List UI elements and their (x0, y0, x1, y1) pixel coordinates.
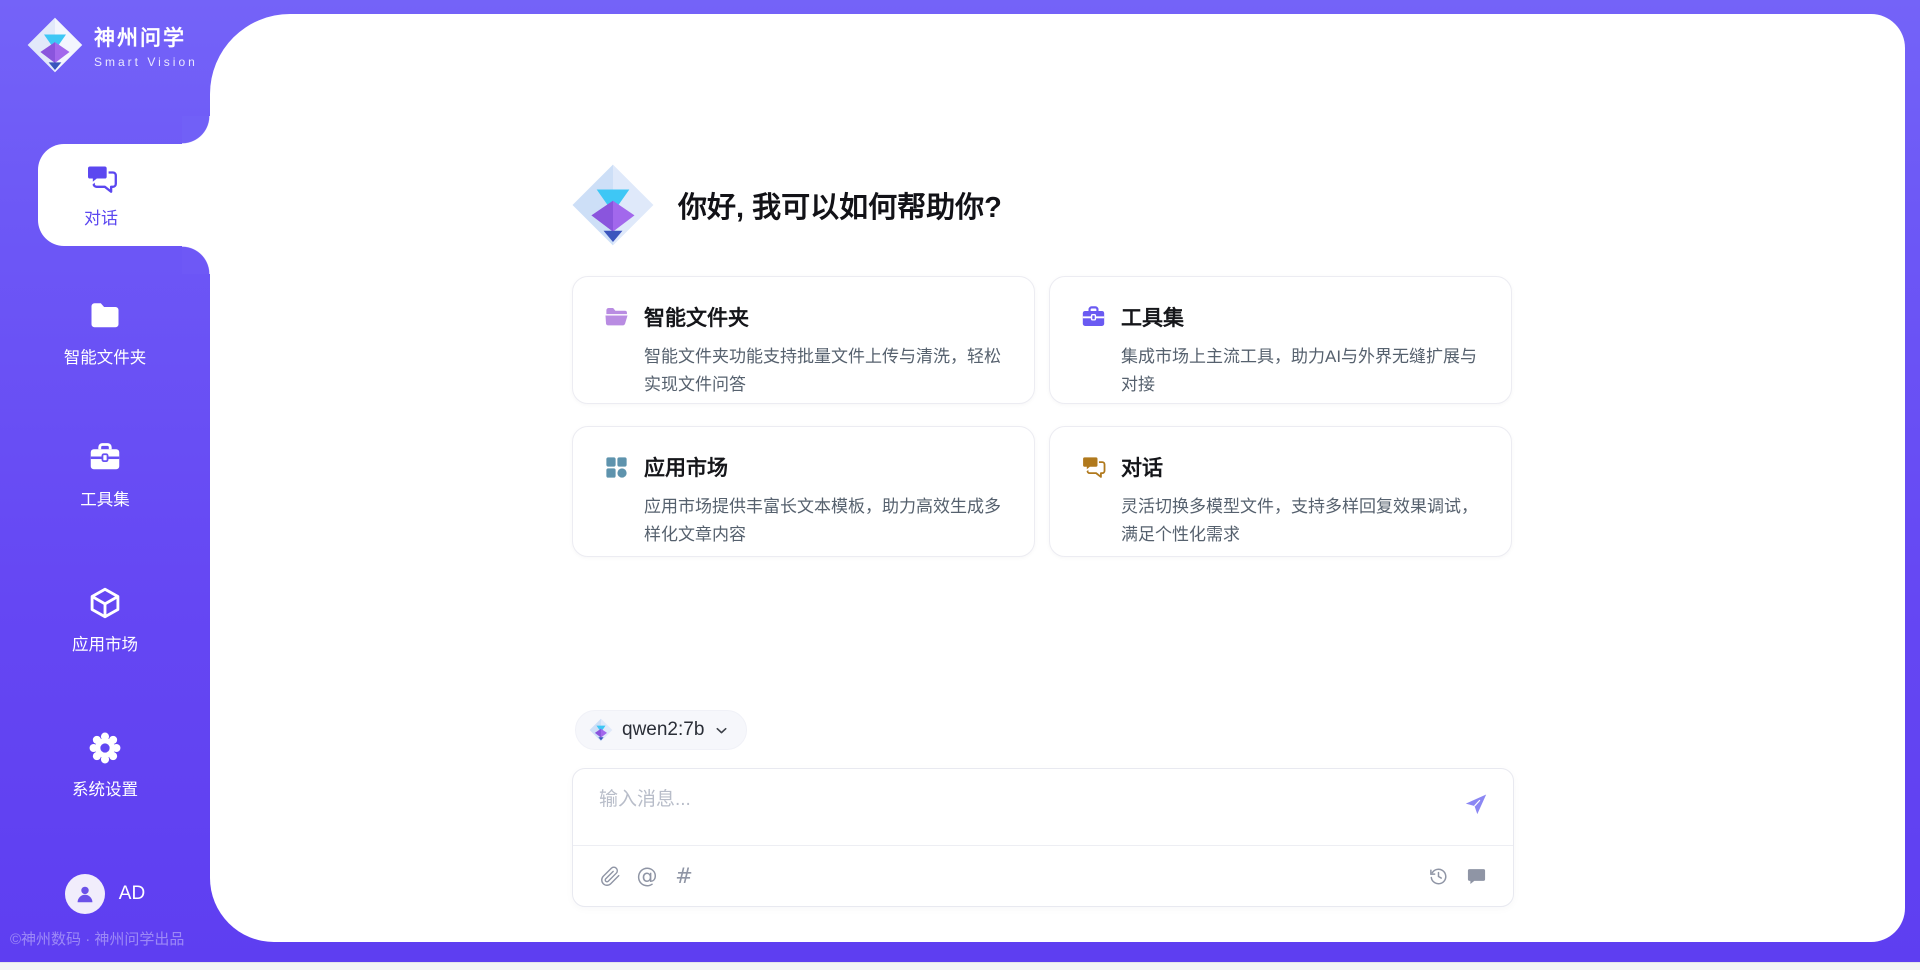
brand-diamond-logo (26, 16, 84, 74)
card-title: 智能文件夹 (644, 302, 749, 332)
sidebar-item-label: 系统设置 (72, 776, 138, 800)
composer-left-tools: @ # (597, 863, 697, 889)
card-description: 智能文件夹功能支持批量文件上传与清洗，轻松实现文件问答 (644, 343, 1004, 398)
composer-input-row (573, 769, 1513, 846)
card-description: 应用市场提供丰富长文本模板，助力高效生成多样化文章内容 (644, 493, 1004, 548)
gear-icon (87, 730, 123, 766)
sidebar-item-label: 工具集 (80, 486, 130, 510)
chevron-down-icon (713, 722, 730, 739)
user-initials: AD (119, 883, 145, 905)
folder-icon (87, 298, 123, 334)
brand-text: 神州问学 Smart Vision (94, 22, 198, 69)
card-head: 智能文件夹 (603, 302, 1004, 332)
folder-open-icon (603, 304, 630, 331)
composer-toolbar: @ # (573, 846, 1513, 906)
card-title: 工具集 (1121, 302, 1184, 332)
history-button[interactable] (1425, 863, 1451, 889)
person-icon (73, 882, 97, 906)
chat-bubbles-icon (1080, 454, 1107, 481)
brand-diamond-logo (570, 162, 656, 248)
sidebar-item-settings[interactable]: 系统设置 (0, 730, 210, 822)
paperclip-icon (600, 866, 621, 887)
card-head: 对话 (1080, 452, 1481, 482)
user-profile[interactable]: AD (0, 874, 210, 914)
card-app-market[interactable]: 应用市场 应用市场提供丰富长文本模板，助力高效生成多样化文章内容 (572, 426, 1035, 557)
send-button[interactable] (1463, 791, 1489, 820)
tab-content: 对话 (38, 144, 164, 246)
card-smart-folder[interactable]: 智能文件夹 智能文件夹功能支持批量文件上传与清洗，轻松实现文件问答 (572, 276, 1035, 404)
feature-cards: 智能文件夹 智能文件夹功能支持批量文件上传与清洗，轻松实现文件问答 工具集 集成… (572, 276, 1514, 557)
toolbox-icon (1080, 304, 1107, 331)
card-chat[interactable]: 对话 灵活切换多模型文件，支持多样回复效果调试，满足个性化需求 (1049, 426, 1512, 557)
card-description: 灵活切换多模型文件，支持多样回复效果调试，满足个性化需求 (1121, 493, 1481, 548)
card-head: 应用市场 (603, 452, 1004, 482)
brand: 神州问学 Smart Vision (26, 16, 198, 74)
tab-fillet-bottom (182, 246, 210, 274)
sidebar-item-label: 对话 (84, 204, 118, 229)
toolbox-icon (87, 440, 123, 476)
sidebar-item-label: 应用市场 (72, 631, 138, 655)
card-head: 工具集 (1080, 302, 1481, 332)
history-clock-icon (1428, 866, 1449, 887)
cube-icon (87, 585, 123, 621)
send-plane-icon (1463, 791, 1489, 817)
sidebar: 神州问学 Smart Vision 对话 智能文件夹 工具集 (0, 0, 210, 970)
main-panel: 你好, 我可以如何帮助你? 智能文件夹 智能文件夹功能支持批量文件上传与清洗，轻… (210, 14, 1905, 942)
card-description: 集成市场上主流工具，助力AI与外界无缝扩展与对接 (1121, 343, 1481, 398)
new-chat-button[interactable] (1463, 863, 1489, 889)
greeting-row: 你好, 我可以如何帮助你? (570, 162, 1002, 248)
model-name: qwen2:7b (622, 719, 704, 741)
horizontal-scrollbar[interactable] (0, 962, 1920, 970)
sidebar-item-label: 智能文件夹 (64, 344, 147, 368)
brand-name: 神州问学 (94, 22, 198, 52)
chat-bubble-icon (1466, 866, 1487, 887)
sidebar-item-toolset[interactable]: 工具集 (0, 440, 210, 532)
message-composer: @ # (572, 768, 1514, 907)
sidebar-item-app-market[interactable]: 应用市场 (0, 585, 210, 677)
apps-grid-icon (603, 454, 630, 481)
greeting-title: 你好, 我可以如何帮助你? (678, 184, 1002, 226)
mention-button[interactable]: @ (634, 863, 660, 889)
avatar (65, 874, 105, 914)
tab-fillet-top (182, 116, 210, 144)
chat-bubbles-icon (84, 162, 119, 197)
brand-subtitle: Smart Vision (94, 55, 198, 69)
card-title: 应用市场 (644, 452, 728, 482)
sidebar-item-smart-folder[interactable]: 智能文件夹 (0, 298, 210, 390)
model-selector[interactable]: qwen2:7b (575, 710, 747, 750)
attach-file-button[interactable] (597, 863, 623, 889)
composer-right-tools (1425, 863, 1489, 889)
copyright-text: ©神州数码 · 神州问学出品 (10, 928, 210, 949)
card-title: 对话 (1121, 452, 1163, 482)
card-toolset[interactable]: 工具集 集成市场上主流工具，助力AI与外界无缝扩展与对接 (1049, 276, 1512, 404)
sidebar-item-chat[interactable]: 对话 (38, 144, 240, 246)
model-diamond-icon (589, 718, 613, 742)
topic-button[interactable]: # (671, 863, 697, 889)
message-input[interactable] (599, 789, 1463, 811)
